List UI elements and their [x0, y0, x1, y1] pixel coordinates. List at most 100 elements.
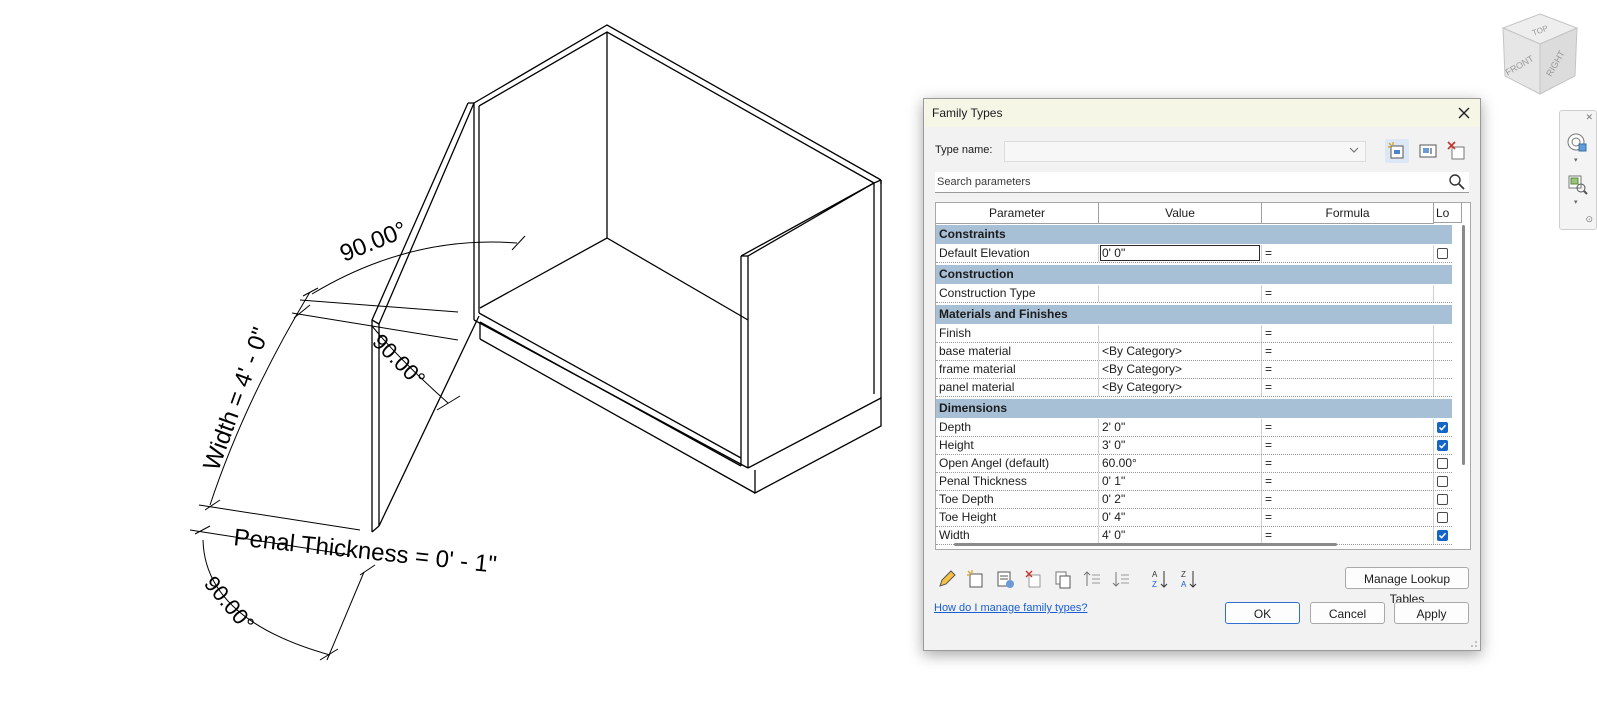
parameter-value[interactable]: 4' 0"	[1099, 527, 1262, 544]
search-icon[interactable]	[1448, 173, 1466, 191]
parameter-name: Construction Type	[936, 285, 1099, 302]
table-row[interactable]: frame material <By Category> =	[936, 361, 1452, 379]
lock-checkbox[interactable]	[1437, 530, 1448, 541]
table-row[interactable]: Toe Height 0' 4" =	[936, 509, 1452, 527]
table-row[interactable]: panel material <By Category> =	[936, 379, 1452, 397]
lock-checkbox[interactable]	[1437, 512, 1448, 523]
parameter-formula[interactable]: =	[1262, 379, 1434, 396]
navbar-options-icon[interactable]: ⊙	[1585, 214, 1593, 225]
parameter-formula[interactable]: =	[1262, 285, 1434, 302]
dimension-labels: 90.00° 90.00° Width = 4' - 0" Penal Thic…	[198, 216, 498, 636]
parameter-value[interactable]: <By Category>	[1099, 379, 1262, 396]
column-header-parameter[interactable]: Parameter	[936, 203, 1099, 224]
lock-cell	[1434, 437, 1452, 454]
shared-parameter-icon[interactable]	[994, 568, 1016, 590]
steering-wheel-icon[interactable]	[1566, 131, 1588, 153]
new-parameter-icon[interactable]	[965, 568, 987, 590]
lock-checkbox[interactable]	[1437, 248, 1448, 259]
apply-button[interactable]: Apply	[1394, 602, 1469, 624]
steering-wheel-dropdown-icon[interactable]: ▾	[1574, 156, 1578, 164]
lock-cell	[1434, 419, 1452, 436]
delete-parameter-icon[interactable]	[1023, 568, 1045, 590]
parameter-value[interactable]: 0' 4"	[1099, 509, 1262, 526]
help-link[interactable]: How do I manage family types?	[934, 602, 1087, 614]
parameter-value[interactable]: 0' 1"	[1099, 473, 1262, 490]
table-row[interactable]: Height 3' 0" =	[936, 437, 1452, 455]
table-row[interactable]: Penal Thickness 0' 1" =	[936, 473, 1452, 491]
lock-cell	[1434, 379, 1452, 396]
dialog-title-bar[interactable]: Family Types	[924, 99, 1480, 127]
parameter-name: Height	[936, 437, 1099, 454]
column-header-value[interactable]: Value	[1099, 203, 1262, 224]
parameter-formula[interactable]: =	[1262, 473, 1434, 490]
table-row[interactable]: Toe Depth 0' 2" =	[936, 491, 1452, 509]
navbar-close-icon[interactable]: ✕	[1585, 112, 1593, 123]
table-row[interactable]: Finish =	[936, 325, 1452, 343]
group-header[interactable]: Dimensions	[936, 399, 1452, 418]
close-icon[interactable]	[1454, 103, 1474, 123]
manage-lookup-tables-button[interactable]: Manage Lookup Tables	[1345, 567, 1469, 606]
lock-checkbox[interactable]	[1437, 422, 1448, 433]
table-row[interactable]: Depth 2' 0" =	[936, 419, 1452, 437]
edit-parameter-icon[interactable]	[936, 568, 958, 590]
parameter-formula[interactable]: =	[1262, 343, 1434, 360]
lock-checkbox[interactable]	[1437, 476, 1448, 487]
svg-text:A: A	[1181, 580, 1187, 589]
group-header[interactable]: Materials and Finishes	[936, 305, 1452, 324]
value-edit-field[interactable]: 0' 0"	[1100, 245, 1260, 261]
parameter-name: Toe Height	[936, 509, 1099, 526]
sort-descending-icon[interactable]: Z A	[1178, 568, 1200, 590]
parameter-formula[interactable]: =	[1262, 419, 1434, 436]
table-row[interactable]: Construction Type =	[936, 285, 1452, 303]
parameter-value[interactable]: <By Category>	[1099, 343, 1262, 360]
parameter-value[interactable]: <By Category>	[1099, 361, 1262, 378]
parameter-name: Depth	[936, 419, 1099, 436]
rename-type-icon[interactable]	[1416, 139, 1440, 163]
parameter-value[interactable]: 2' 0"	[1099, 419, 1262, 436]
copy-parameter-icon[interactable]	[1052, 568, 1074, 590]
parameter-value[interactable]: 60.00°	[1099, 455, 1262, 472]
parameter-formula[interactable]: =	[1262, 325, 1434, 342]
search-input[interactable]	[937, 174, 1427, 189]
horizontal-scrollbar[interactable]	[954, 543, 1337, 546]
move-down-icon[interactable]	[1110, 568, 1132, 590]
lock-checkbox[interactable]	[1437, 458, 1448, 469]
delete-type-icon[interactable]	[1445, 139, 1469, 163]
parameter-formula[interactable]: =	[1262, 491, 1434, 508]
lock-cell	[1434, 285, 1452, 302]
parameter-formula[interactable]: =	[1262, 361, 1434, 378]
table-row[interactable]: base material <By Category> =	[936, 343, 1452, 361]
group-header[interactable]: Construction	[936, 265, 1452, 284]
parameter-value[interactable]: 0' 2"	[1099, 491, 1262, 508]
table-row[interactable]: Open Angel (default) 60.00° =	[936, 455, 1452, 473]
vertical-scrollbar[interactable]	[1462, 225, 1465, 465]
sort-ascending-icon[interactable]: A Z	[1149, 568, 1171, 590]
zoom-region-icon[interactable]	[1566, 173, 1588, 195]
column-header-lock[interactable]: Lo	[1434, 203, 1462, 223]
svg-text:Z: Z	[1181, 570, 1186, 579]
parameter-formula[interactable]: =	[1262, 245, 1434, 262]
parameter-value[interactable]	[1099, 325, 1262, 342]
zoom-dropdown-icon[interactable]: ▾	[1574, 198, 1578, 206]
lock-checkbox[interactable]	[1437, 440, 1448, 451]
new-type-icon[interactable]	[1385, 139, 1409, 163]
lock-checkbox[interactable]	[1437, 494, 1448, 505]
type-name-dropdown[interactable]	[1004, 141, 1366, 162]
resize-grip-icon[interactable]	[1470, 640, 1478, 648]
column-header-formula[interactable]: Formula	[1262, 203, 1434, 224]
parameter-formula[interactable]: =	[1262, 527, 1434, 544]
cabinet-model	[371, 24, 882, 533]
viewcube[interactable]: TOP FRONT RIGHT	[1495, 10, 1585, 100]
cancel-button[interactable]: Cancel	[1310, 602, 1385, 624]
parameter-value[interactable]: 0' 0"	[1099, 245, 1262, 262]
parameter-formula[interactable]: =	[1262, 455, 1434, 472]
parameter-formula[interactable]: =	[1262, 509, 1434, 526]
parameter-value[interactable]: 3' 0"	[1099, 437, 1262, 454]
lock-cell	[1434, 343, 1452, 360]
move-up-icon[interactable]	[1081, 568, 1103, 590]
ok-button[interactable]: OK	[1225, 602, 1300, 624]
parameter-formula[interactable]: =	[1262, 437, 1434, 454]
group-header[interactable]: Constraints	[936, 225, 1452, 244]
parameter-value[interactable]	[1099, 285, 1262, 302]
table-row[interactable]: Default Elevation 0' 0" =	[936, 245, 1452, 263]
